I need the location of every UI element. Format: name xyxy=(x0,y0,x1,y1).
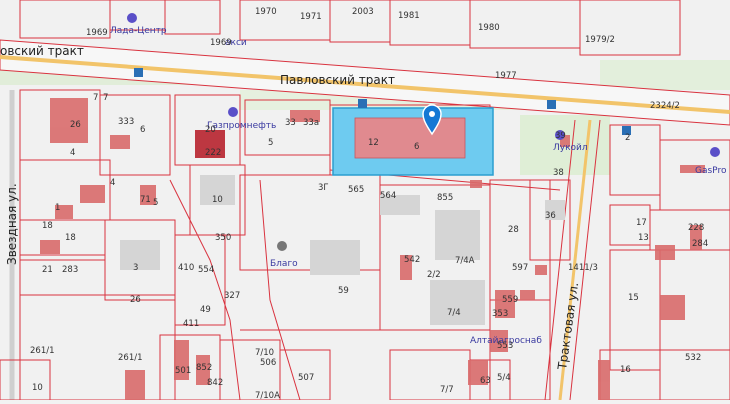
parcel-number: 20 xyxy=(205,125,216,135)
parcel-number: 2/2 xyxy=(427,270,441,280)
parcel-number: 327 xyxy=(224,291,240,301)
parcel-number: 2003 xyxy=(352,7,374,17)
parcel-number: 506 xyxy=(260,358,276,368)
parcel-number: 410 xyxy=(178,263,194,273)
parcel-number: 353 xyxy=(492,309,508,319)
parcel-number: 1977 xyxy=(495,71,517,81)
parcel-number: 2 xyxy=(625,133,630,143)
parcel-number: 38 xyxy=(553,168,564,178)
parcel-number: 13 xyxy=(638,233,649,243)
parcel-number: 21 xyxy=(42,265,53,275)
poi-label-gaspro: GasPro xyxy=(695,166,727,176)
parcel-number: 4 xyxy=(70,148,75,158)
parcel-number: 1979/2 xyxy=(585,35,615,45)
parcel-number: 3Г xyxy=(318,183,329,193)
parcel-number: 33 xyxy=(285,118,296,128)
parcel-number: 7 xyxy=(93,93,98,103)
parcel-number: 1981 xyxy=(398,11,420,21)
parcel-number: 1970 xyxy=(255,7,277,17)
parcel-number-neighbour: 12 xyxy=(368,138,379,148)
parcel-number: 1980 xyxy=(478,23,500,33)
parcel-number: 284 xyxy=(692,239,708,249)
poi-label-blago: Благо xyxy=(270,259,298,269)
parcel-number: 553 xyxy=(497,341,513,351)
parcel-number-selected: 6 xyxy=(414,142,419,152)
parcel-number: 597 xyxy=(512,263,528,273)
parcel-number: 855 xyxy=(437,193,453,203)
parcel-number: 28 xyxy=(508,225,519,235)
selected-parcel[interactable]: 12 6 xyxy=(332,107,494,176)
parcel-number: 564 xyxy=(380,191,396,201)
parcel-number: 7/10 xyxy=(255,348,274,358)
parcel-number: 222 xyxy=(205,148,221,158)
road-label-pavlovsky-left: овский тракт xyxy=(0,44,84,58)
road-label-zvezdnaya: Звездная ул. xyxy=(5,183,19,265)
parcel-number: 39 xyxy=(555,131,566,141)
parcel-number: 507 xyxy=(298,373,314,383)
parcel-number: 228 xyxy=(688,223,704,233)
parcel-number: 1411/3 xyxy=(568,263,598,273)
parcel-number: 6 xyxy=(140,125,145,135)
parcel-number: 842 xyxy=(207,378,223,388)
parcel-number: 411 xyxy=(183,319,199,329)
cadastral-map[interactable]: 12 6 овский тракт Павловский тракт Тракт… xyxy=(0,0,730,401)
parcel-number: 5 xyxy=(268,138,273,148)
parcel-number: 283 xyxy=(62,265,78,275)
parcel-number: 15 xyxy=(628,293,639,303)
poi-label-gazprom: Газпромнефть xyxy=(207,121,276,131)
parcel-number: 26 xyxy=(70,120,81,130)
parcel-number: 554 xyxy=(198,265,214,275)
parcel-number: 10 xyxy=(32,383,43,393)
parcel-number: 63 xyxy=(480,376,491,386)
parcel-number: 17 xyxy=(636,218,647,228)
parcel-number: 261/1 xyxy=(30,346,55,356)
parcel-number: 1969 xyxy=(210,38,232,48)
parcel-number: 3 xyxy=(133,263,138,273)
parcel-number: 7 xyxy=(103,93,108,103)
road-label-pavlovsky: Павловский тракт xyxy=(280,73,395,87)
parcel-number: 18 xyxy=(65,233,76,243)
parcel-number: 16 xyxy=(620,365,631,375)
parcel-number: 532 xyxy=(685,353,701,363)
parcel-number: 4 xyxy=(110,178,115,188)
parcel-number: 10 xyxy=(212,195,223,205)
poi-label-lada: Лада-Центр xyxy=(110,26,167,36)
parcel-number: 26 xyxy=(130,295,141,305)
parcel-number: 501 xyxy=(175,366,191,376)
parcel-number: 7/7 xyxy=(440,385,454,395)
parcel-number: 5/4 xyxy=(497,373,511,383)
parcel-number: 350 xyxy=(215,233,231,243)
parcel-number: 5 xyxy=(153,198,158,208)
map-canvas[interactable]: 12 6 овский тракт Павловский тракт Тракт… xyxy=(0,0,730,401)
parcel-number: 1971 xyxy=(300,12,322,22)
poi-label-lukoil: Лукойл xyxy=(553,143,588,153)
parcel-number: 542 xyxy=(404,255,420,265)
parcel-number: 49 xyxy=(200,305,211,315)
parcel-number: 565 xyxy=(348,185,364,195)
parcel-number: 261/1 xyxy=(118,353,143,363)
parcel-number: 36 xyxy=(545,211,556,221)
parcel-number: 2324/2 xyxy=(650,101,680,111)
parcel-number: 59 xyxy=(338,286,349,296)
parcel-number: 7/10А xyxy=(255,391,280,400)
parcel-number: 18 xyxy=(42,221,53,231)
parcel-number: 7/4А xyxy=(455,256,475,266)
parcel-number: 33а xyxy=(303,118,319,128)
parcel-number: 7/4 xyxy=(447,308,461,318)
parcel-number: 559 xyxy=(502,295,518,305)
parcel-number: 333 xyxy=(118,117,134,127)
parcel-number: 71 xyxy=(140,195,151,205)
parcel-number: 1969 xyxy=(86,28,108,38)
parcel-number: 852 xyxy=(196,363,212,373)
parcel-number: 1 xyxy=(55,203,60,213)
